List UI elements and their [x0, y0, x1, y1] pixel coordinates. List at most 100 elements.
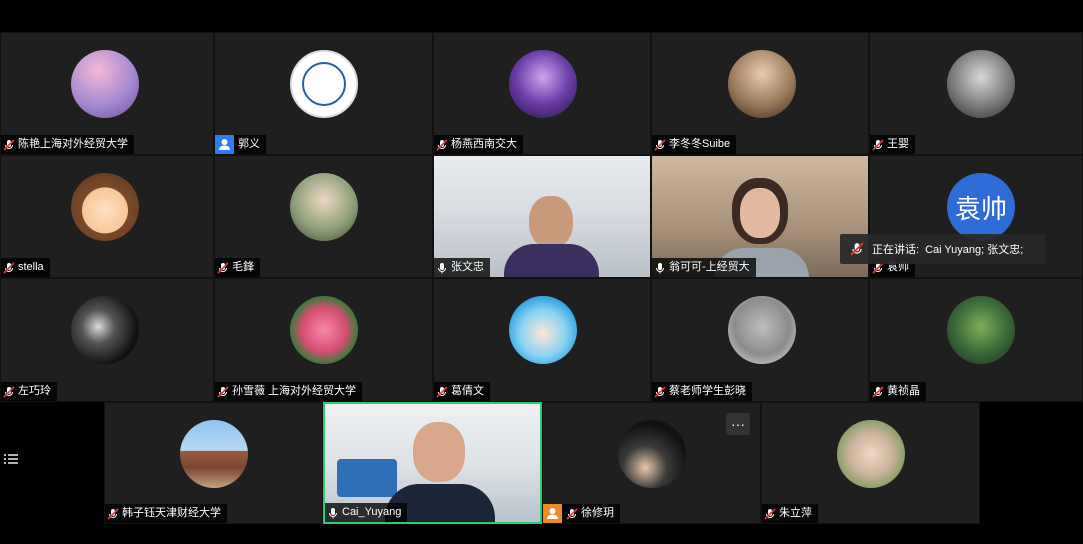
university-logo-icon: [302, 62, 346, 106]
avatar: [290, 173, 358, 241]
participant-tile[interactable]: 郭义: [214, 32, 433, 155]
person-shirt: [504, 244, 599, 277]
participant-name: 杨燕西南交大: [451, 138, 517, 150]
nameplate: 黄祯晶: [870, 382, 926, 401]
participant-name: 葛倩文: [451, 385, 484, 397]
user-badge-icon: [543, 504, 562, 523]
active-speaker-tile[interactable]: Cai_Yuyang: [323, 402, 542, 524]
top-bar: [0, 0, 1083, 32]
participant-tile[interactable]: 李冬冬Suibe: [651, 32, 869, 155]
participant-video-tile[interactable]: 张文忠: [433, 155, 651, 278]
avatar: [180, 420, 248, 488]
participant-name: 蔡老师学生彭晓: [669, 385, 746, 397]
participant-name: 孙雪薇 上海对外经贸大学: [232, 385, 357, 397]
participant-name: 郭义: [238, 138, 260, 150]
nameplate: 张文忠: [434, 258, 490, 277]
speaking-label: 正在讲话:: [872, 244, 920, 256]
muted-mic-icon: [764, 507, 776, 520]
nameplate: 王婴: [870, 135, 915, 154]
participant-tile[interactable]: 葛倩文: [433, 278, 651, 402]
nameplate: 徐修玥: [543, 504, 620, 523]
participant-name: 翁可可-上经贸大: [669, 261, 750, 273]
muted-mic-icon: [217, 261, 229, 274]
muted-mic-icon: [107, 507, 119, 520]
nameplate: 孙雪薇 上海对外经贸大学: [215, 382, 363, 401]
muted-mic-icon: [654, 138, 666, 151]
participant-video-tile[interactable]: 翁可可-上经贸大: [651, 155, 869, 278]
participant-grid: 陈艳上海对外经贸大学 郭义 杨燕西南交大 李冬冬Suibe 王婴 stella …: [0, 32, 1083, 402]
nameplate: 蔡老师学生彭晓: [652, 382, 752, 401]
more-options-button[interactable]: ···: [726, 413, 750, 435]
nameplate: 李冬冬Suibe: [652, 135, 737, 154]
mic-icon: [654, 262, 666, 274]
participant-tile[interactable]: 孙雪薇 上海对外经贸大学: [214, 278, 433, 402]
bottom-strip: 韩子钰天津财经大学 Cai_Yuyang ··· 徐修玥 朱立萍: [0, 402, 1083, 544]
participant-name: stella: [18, 261, 44, 273]
avatar: [71, 50, 139, 118]
sofa: [337, 459, 397, 497]
nameplate: 左巧玲: [1, 382, 57, 401]
nameplate: 陈艳上海对外经贸大学: [1, 135, 134, 154]
avatar: [509, 50, 577, 118]
avatar: [290, 50, 358, 118]
participant-name: 朱立萍: [779, 507, 812, 519]
muted-mic-icon: [436, 138, 448, 151]
nameplate: Cai_Yuyang: [325, 503, 408, 522]
participant-name: 李冬冬Suibe: [669, 138, 731, 150]
participant-tile[interactable]: 韩子钰天津财经大学: [104, 402, 323, 524]
muted-mic-icon: [872, 385, 884, 398]
muted-mic-icon: [217, 385, 229, 398]
muted-mic-icon: [850, 242, 864, 256]
participant-tile[interactable]: 左巧玲: [0, 278, 214, 402]
participant-tile[interactable]: 蔡老师学生彭晓: [651, 278, 869, 402]
avatar: [947, 296, 1015, 364]
participant-name: 徐修玥: [581, 507, 614, 519]
participant-name: 毛鋒: [232, 261, 254, 273]
nameplate: 葛倩文: [434, 382, 490, 401]
avatar: [837, 420, 905, 488]
muted-mic-icon: [566, 507, 578, 520]
avatar: [728, 50, 796, 118]
person-face: [529, 196, 573, 248]
avatar: [290, 296, 358, 364]
speaking-names: Cai Yuyang; 张文忠;: [925, 244, 1024, 256]
speaking-indicator: 正在讲话: Cai Yuyang; 张文忠;: [840, 234, 1045, 264]
avatar: [509, 296, 577, 364]
participant-name: Cai_Yuyang: [342, 506, 402, 518]
list-menu-icon[interactable]: [0, 448, 22, 470]
user-badge-icon: [215, 135, 234, 154]
participant-tile[interactable]: 杨燕西南交大: [433, 32, 651, 155]
participant-tile[interactable]: 黄祯晶: [869, 278, 1083, 402]
muted-mic-icon: [872, 138, 884, 151]
muted-mic-icon: [3, 385, 15, 398]
participant-tile[interactable]: 朱立萍: [761, 402, 980, 524]
muted-mic-icon: [654, 385, 666, 398]
participant-name: 黄祯晶: [887, 385, 920, 397]
nameplate: 杨燕西南交大: [434, 135, 523, 154]
participant-name: 王婴: [887, 138, 909, 150]
mic-icon: [436, 262, 448, 274]
muted-mic-icon: [436, 385, 448, 398]
avatar: [71, 296, 139, 364]
participant-tile[interactable]: 陈艳上海对外经贸大学: [0, 32, 214, 155]
nameplate: 毛鋒: [215, 258, 260, 277]
participant-name: 陈艳上海对外经贸大学: [18, 138, 128, 150]
muted-mic-icon: [3, 261, 15, 274]
mic-icon: [327, 507, 339, 519]
participant-name: 韩子钰天津财经大学: [122, 507, 221, 519]
avatar: [728, 296, 796, 364]
avatar: [71, 173, 139, 241]
participant-name: 张文忠: [451, 261, 484, 273]
person-face: [413, 422, 465, 482]
avatar: [618, 420, 686, 488]
nameplate: 翁可可-上经贸大: [652, 258, 756, 277]
nameplate: 郭义: [215, 135, 266, 154]
participant-tile[interactable]: 王婴: [869, 32, 1083, 155]
participant-tile[interactable]: ··· 徐修玥: [542, 402, 761, 524]
muted-mic-icon: [3, 138, 15, 151]
avatar: [947, 50, 1015, 118]
participant-tile[interactable]: 毛鋒: [214, 155, 433, 278]
avatar: 袁帅: [947, 173, 1015, 241]
participant-name: 左巧玲: [18, 385, 51, 397]
participant-tile[interactable]: stella: [0, 155, 214, 278]
